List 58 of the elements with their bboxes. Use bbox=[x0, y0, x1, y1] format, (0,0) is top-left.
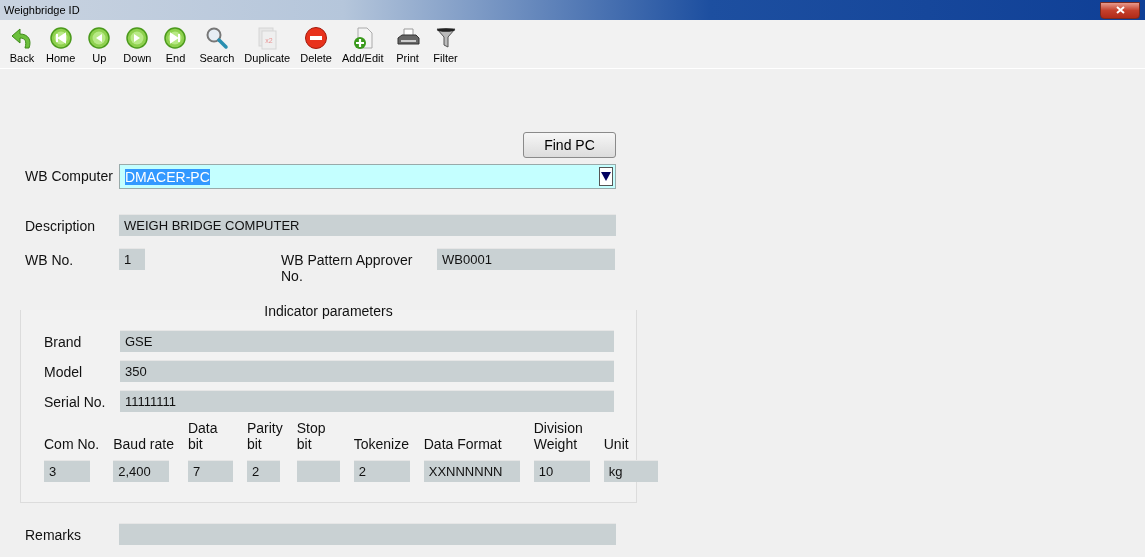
field-label: Stop bit bbox=[296, 420, 327, 452]
field-label: Data bit bbox=[187, 420, 219, 452]
delete-icon bbox=[304, 26, 329, 50]
field-label: Unit bbox=[603, 436, 630, 452]
text-field[interactable]: 3 bbox=[44, 460, 90, 482]
text-field[interactable]: 11111111 bbox=[120, 390, 614, 412]
field-label: Serial No. bbox=[44, 393, 107, 410]
field-label: Model bbox=[44, 363, 84, 380]
previous-icon bbox=[87, 26, 112, 50]
text-field[interactable]: 2 bbox=[246, 460, 280, 482]
field-label: Division Weight bbox=[533, 420, 584, 452]
field-label: Com No. bbox=[44, 436, 100, 452]
toolbar-button[interactable]: Search bbox=[194, 20, 240, 66]
filter-icon bbox=[433, 26, 458, 50]
dropdown-icon bbox=[601, 171, 611, 182]
dropdown-button[interactable] bbox=[599, 167, 613, 186]
find-pc-button[interactable]: Find PC bbox=[523, 132, 616, 158]
last-icon bbox=[163, 26, 188, 50]
field-label: WB No. bbox=[25, 251, 75, 268]
field-label: Description bbox=[25, 217, 97, 234]
text-field[interactable]: 7 bbox=[187, 460, 233, 482]
text-field[interactable]: 350 bbox=[120, 360, 614, 382]
text-field[interactable]: kg bbox=[603, 460, 658, 482]
text-field[interactable] bbox=[119, 523, 616, 545]
toolbar-button[interactable]: Home bbox=[41, 20, 81, 66]
toolbar-button[interactable]: Add/Edit bbox=[337, 20, 389, 66]
text-field[interactable]: GSE bbox=[120, 330, 614, 352]
field-label: Brand bbox=[44, 333, 83, 350]
toolbar-button[interactable]: Back bbox=[3, 20, 41, 66]
text-field[interactable] bbox=[296, 460, 340, 482]
text-field[interactable]: 2,400 bbox=[113, 460, 170, 482]
window-title: Weighbridge ID bbox=[4, 4, 80, 16]
close-button[interactable] bbox=[1100, 1, 1140, 19]
toolbar-button[interactable]: Filter bbox=[426, 20, 465, 66]
field-label: WB Pattern Approver No. bbox=[281, 251, 414, 284]
field-label: Baud rate bbox=[113, 436, 174, 452]
toolbar-button[interactable]: Down bbox=[118, 20, 157, 66]
text-field[interactable]: 2 bbox=[353, 460, 410, 482]
toolbar-button[interactable]: Print bbox=[388, 20, 427, 66]
field-label: Tokenize bbox=[353, 436, 410, 452]
toolbar-button[interactable]: Delete bbox=[295, 20, 337, 66]
field-label: Parity bit bbox=[246, 420, 283, 452]
group-title: Indicator parameters bbox=[263, 303, 394, 319]
text-field[interactable]: 1 bbox=[119, 248, 145, 270]
next-icon bbox=[125, 26, 150, 50]
search-icon bbox=[204, 26, 229, 50]
arrow-icon bbox=[10, 26, 34, 50]
text-field[interactable]: XXNNNNNN bbox=[423, 460, 520, 482]
toolbar-button[interactable]: Up bbox=[80, 20, 119, 66]
field-label: Data Format bbox=[423, 436, 503, 452]
first-icon bbox=[48, 26, 73, 50]
close-icon bbox=[1115, 6, 1125, 14]
text-field[interactable]: 10 bbox=[533, 460, 590, 482]
field-label: WB Computer bbox=[25, 167, 114, 184]
text-field[interactable]: WEIGH BRIDGE COMPUTER bbox=[119, 214, 616, 236]
toolbar-button[interactable]: End bbox=[156, 20, 195, 66]
field-label: Remarks bbox=[25, 526, 82, 543]
text-field[interactable]: WB0001 bbox=[437, 248, 615, 270]
